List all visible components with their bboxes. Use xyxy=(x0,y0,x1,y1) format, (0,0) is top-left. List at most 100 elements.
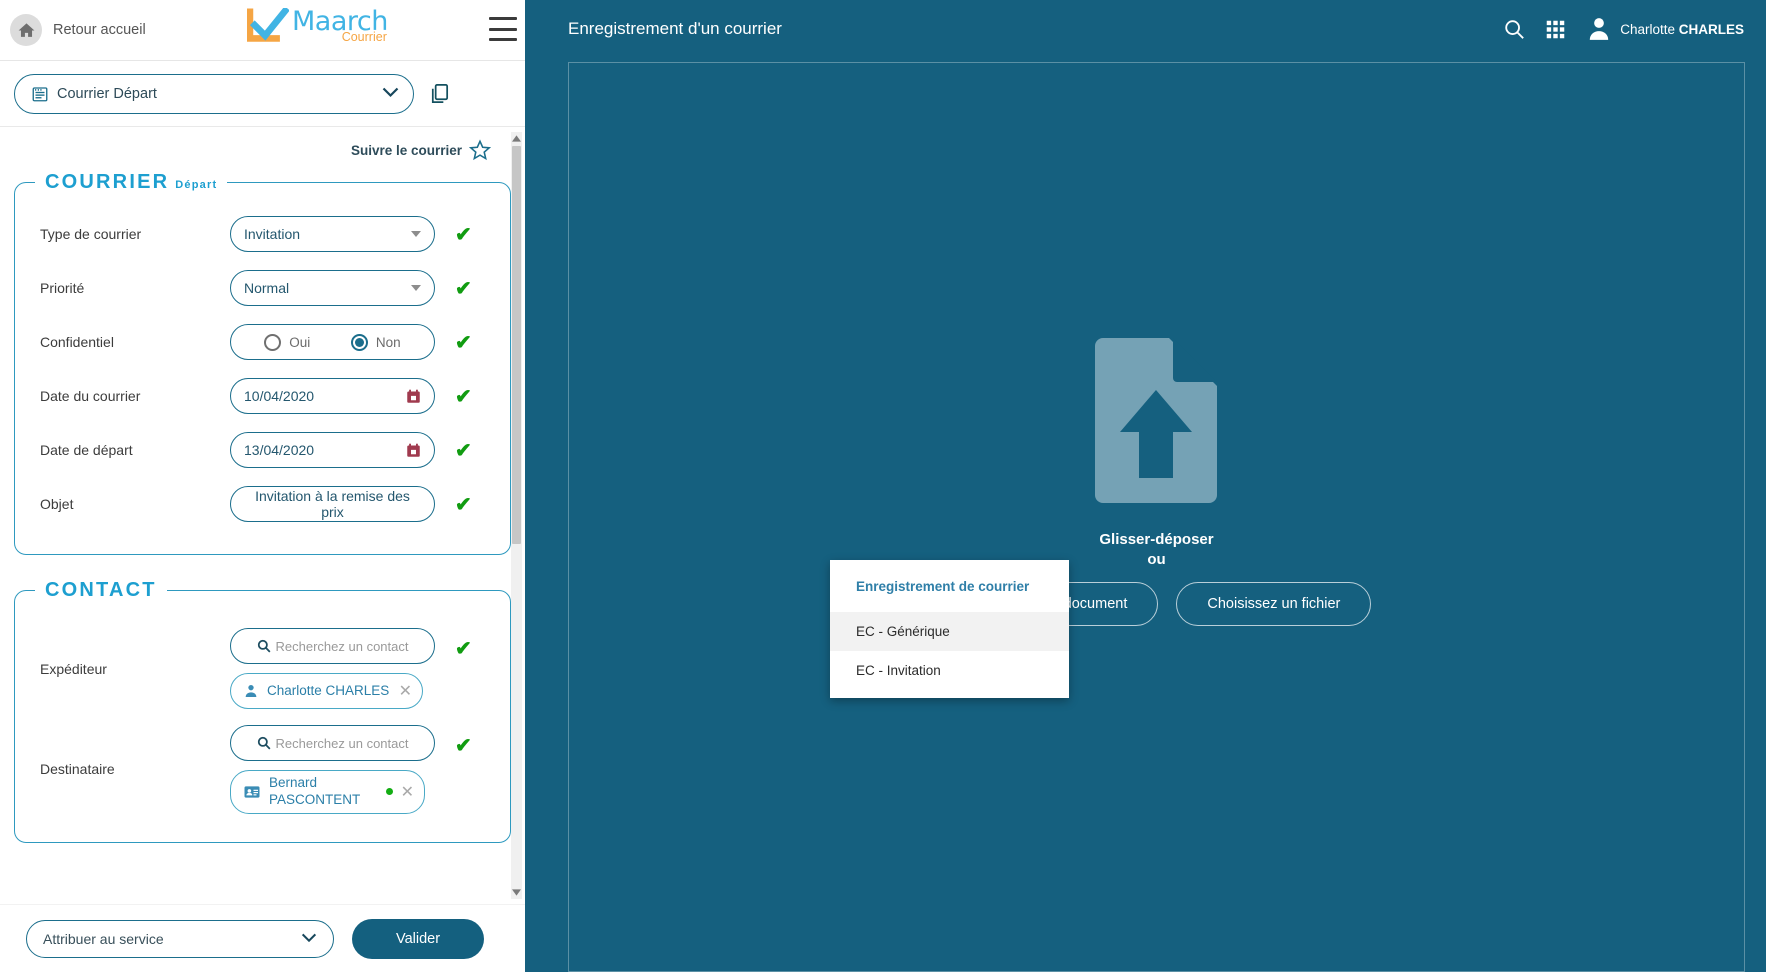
logo-checkmark-icon xyxy=(247,8,289,42)
follow-label[interactable]: Suivre le courrier xyxy=(351,143,462,158)
field-type-de-courrier: Type de courrier Invitation ✔ xyxy=(15,212,510,256)
field-date-du-courrier: Date du courrier 10/04/2020 ✔ xyxy=(15,374,510,418)
section-courrier: COURRIER Départ Type de courrier Invitati… xyxy=(14,171,511,555)
date-du-courrier-input[interactable]: 10/04/2020 xyxy=(230,378,435,414)
upload-document-icon xyxy=(1095,338,1218,508)
person-icon xyxy=(243,683,259,699)
hamburger-menu-icon[interactable] xyxy=(489,17,517,41)
left-form-panel: Retour accueil Maarch Courrier Courrier … xyxy=(0,0,525,972)
assign-service-select[interactable]: Attribuer au service xyxy=(26,919,334,958)
destinataire-chip-name: Bernard PASCONTENT xyxy=(269,775,361,807)
close-icon[interactable]: ✕ xyxy=(399,681,412,701)
left-panel-header: Retour accueil Maarch Courrier xyxy=(0,0,525,60)
search-icon[interactable] xyxy=(1503,18,1525,40)
or-text: ou xyxy=(1147,550,1166,568)
drag-drop-text: Glisser-déposer xyxy=(1099,531,1214,549)
top-bar-icons: Charlotte CHARLES xyxy=(1503,16,1744,42)
field-date-de-depart: Date de départ 13/04/2020 ✔ xyxy=(15,428,510,472)
close-icon[interactable]: ✕ xyxy=(401,782,414,802)
field-label: Expéditeur xyxy=(40,660,107,677)
confidentiel-radio-group: Oui Non xyxy=(230,324,435,360)
radio-unselected-icon xyxy=(264,333,282,351)
caret-down-icon xyxy=(411,285,421,291)
field-destinataire: Destinataire Recherchez un contact Berna… xyxy=(15,725,510,814)
maarch-logo: Maarch Courrier xyxy=(247,8,388,48)
type-de-courrier-value: Invitation xyxy=(244,226,301,242)
chevron-down-icon xyxy=(382,86,399,101)
assign-service-label: Attribuer au service xyxy=(43,930,164,947)
right-upload-panel: Enregistrement d'un courrier Charlotte C… xyxy=(525,0,1766,972)
file-drop-zone[interactable]: Glisser-déposer ou Numériser un document… xyxy=(568,62,1745,972)
destinataire-chip[interactable]: Bernard PASCONTENT ✕ xyxy=(230,770,425,814)
field-label: Destinataire xyxy=(40,761,115,778)
section-contact-legend: CONTACT xyxy=(35,579,167,602)
menu-item-ec-generique[interactable]: EC - Générique xyxy=(830,612,1069,651)
section-courrier-legend: COURRIER Départ xyxy=(35,171,227,194)
calendar-icon[interactable] xyxy=(406,389,421,404)
home-button[interactable]: Retour accueil xyxy=(10,14,146,46)
form-scrollbar[interactable] xyxy=(511,132,522,899)
date-de-depart-value: 13/04/2020 xyxy=(244,442,315,458)
priorite-select[interactable]: Normal xyxy=(230,270,435,306)
field-objet: Objet Invitation à la remise des prix ✔ xyxy=(15,482,510,526)
section-courrier-subtitle: Départ xyxy=(175,179,218,191)
document-list-icon xyxy=(31,85,49,103)
radio-label-non: Non xyxy=(375,334,401,350)
menu-item-ec-invitation[interactable]: EC - Invitation xyxy=(830,651,1069,690)
search-icon xyxy=(257,736,271,750)
caret-down-icon xyxy=(411,231,421,237)
scrollbar-thumb[interactable] xyxy=(512,146,521,544)
valid-check-icon: ✔ xyxy=(455,439,472,462)
field-confidentiel: Confidentiel Oui Non ✔ xyxy=(15,320,510,364)
avatar-icon xyxy=(1586,16,1612,42)
section-courrier-title: COURRIER xyxy=(45,171,170,193)
user-last-name: CHARLES xyxy=(1678,21,1744,37)
expediteur-chip-name: Charlotte CHARLES xyxy=(267,682,390,698)
destinataire-search-input[interactable]: Recherchez un contact xyxy=(230,725,435,761)
valid-check-icon: ✔ xyxy=(455,638,472,660)
field-label: Date de départ xyxy=(40,442,133,458)
page-title: Enregistrement d'un courrier xyxy=(568,19,782,38)
home-icon xyxy=(10,14,42,46)
field-label: Confidentiel xyxy=(40,334,114,350)
field-label: Objet xyxy=(40,496,74,512)
type-de-courrier-select[interactable]: Invitation xyxy=(230,216,435,252)
search-icon xyxy=(257,639,271,653)
star-icon[interactable] xyxy=(469,139,491,161)
date-du-courrier-value: 10/04/2020 xyxy=(244,388,315,404)
apps-grid-icon[interactable] xyxy=(1545,19,1566,40)
doctype-select[interactable]: Courrier Départ xyxy=(14,73,414,114)
form-scroll-area: Suivre le courrier COURRIER Départ Type d… xyxy=(0,127,525,904)
field-expediteur: Expéditeur Recherchez un contact Charlot… xyxy=(15,628,510,709)
destinataire-search-placeholder: Recherchez un contact xyxy=(275,735,409,751)
doctype-row: Courrier Départ xyxy=(0,60,525,127)
calendar-icon[interactable] xyxy=(406,443,421,458)
date-de-depart-input[interactable]: 13/04/2020 xyxy=(230,432,435,468)
valid-check-icon: ✔ xyxy=(455,277,472,300)
contact-card-icon xyxy=(243,783,261,801)
duplicate-icon[interactable] xyxy=(428,82,451,105)
app-root: Retour accueil Maarch Courrier Courrier … xyxy=(0,0,1766,972)
doctype-value: Courrier Départ xyxy=(57,85,157,102)
enregistrement-menu: Enregistrement de courrier EC - Génériqu… xyxy=(830,560,1069,698)
validate-button[interactable]: Valider xyxy=(352,918,484,959)
field-label: Type de courrier xyxy=(40,226,142,242)
valid-check-icon: ✔ xyxy=(455,223,472,246)
expediteur-search-input[interactable]: Recherchez un contact xyxy=(230,628,435,664)
expediteur-search-placeholder: Recherchez un contact xyxy=(275,638,409,654)
objet-value: Invitation à la remise des prix xyxy=(255,488,410,520)
expediteur-chip[interactable]: Charlotte CHARLES ✕ xyxy=(230,673,423,709)
choose-file-button[interactable]: Choisissez un fichier xyxy=(1176,581,1372,626)
scroll-down-icon[interactable] xyxy=(511,886,522,899)
objet-input[interactable]: Invitation à la remise des prix xyxy=(230,486,435,522)
confidentiel-option-oui[interactable]: Oui xyxy=(264,333,310,351)
radio-selected-icon xyxy=(350,333,368,351)
field-priorite: Priorité Normal ✔ xyxy=(15,266,510,310)
confidentiel-option-non[interactable]: Non xyxy=(350,333,401,351)
follow-row: Suivre le courrier xyxy=(14,127,511,165)
section-contact: CONTACT Expéditeur Recherchez un contact xyxy=(14,579,511,843)
valid-check-icon: ✔ xyxy=(455,385,472,408)
user-menu[interactable]: Charlotte CHARLES xyxy=(1586,16,1744,42)
scroll-up-icon[interactable] xyxy=(511,132,522,145)
user-first-name: Charlotte xyxy=(1620,21,1679,37)
